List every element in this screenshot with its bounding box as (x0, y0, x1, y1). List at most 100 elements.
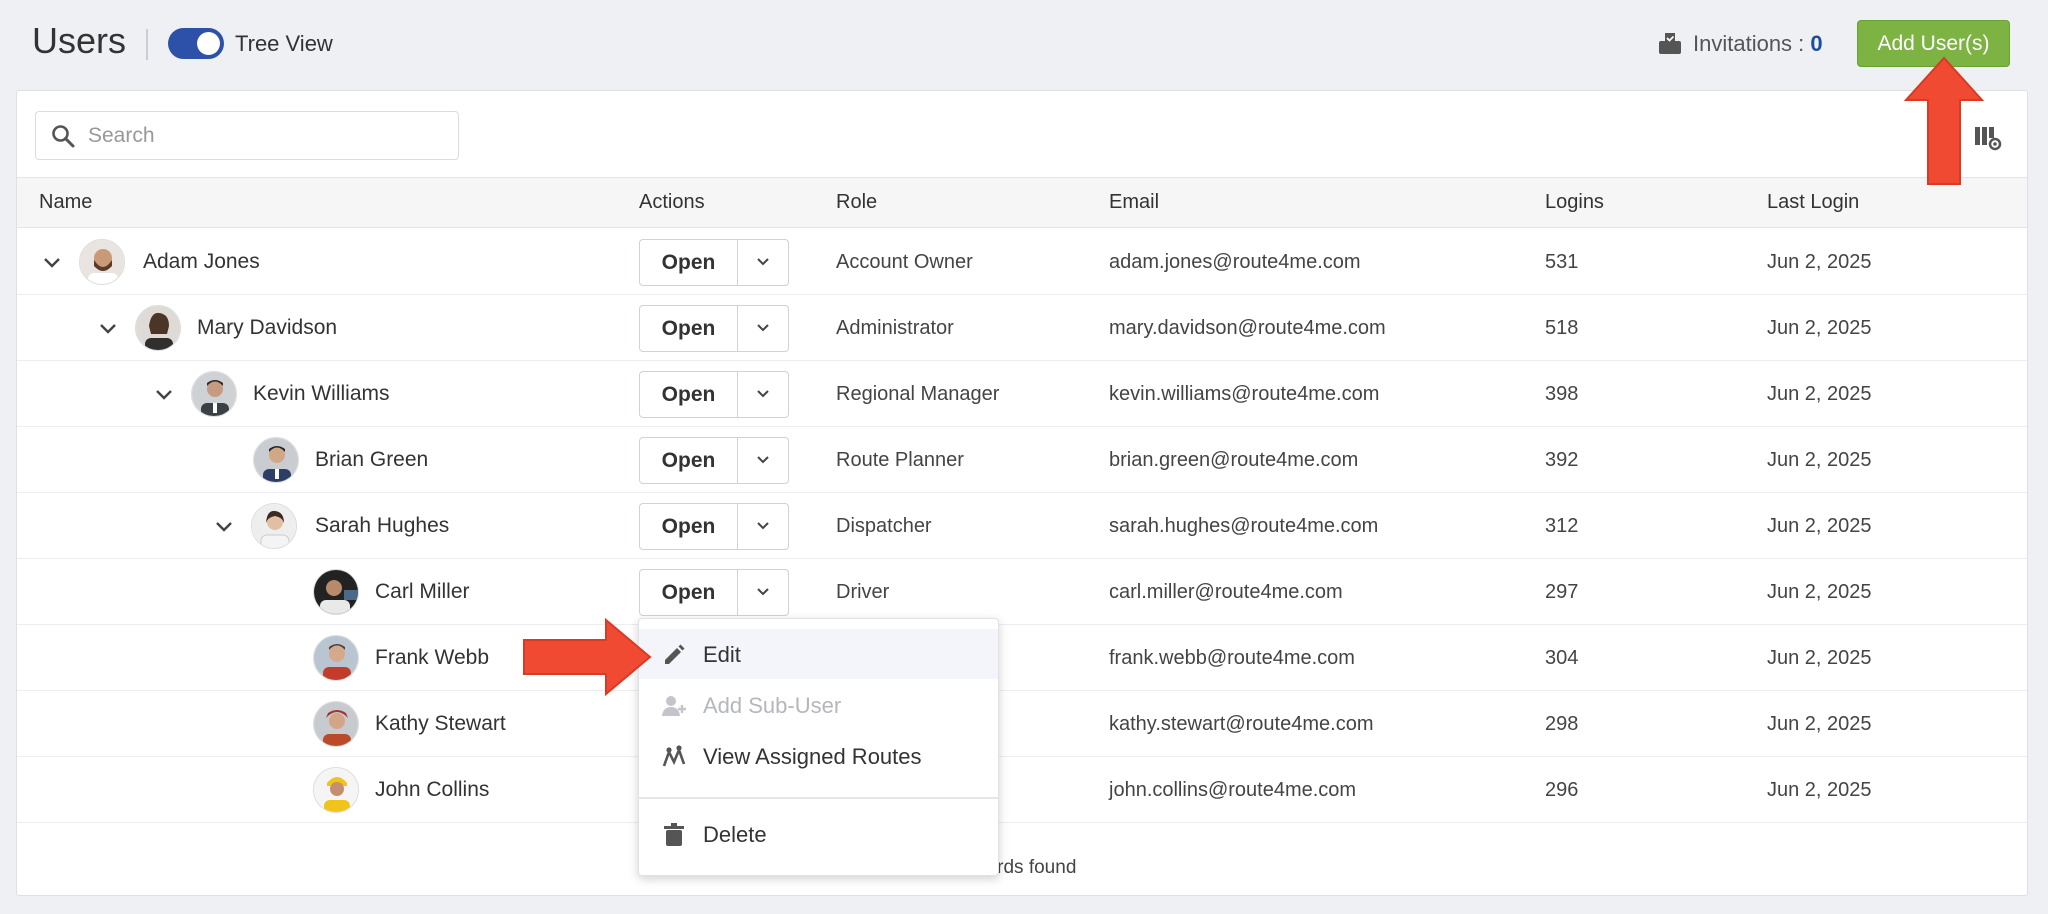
actions-dropdown-toggle[interactable] (739, 570, 788, 615)
actions-dropdown-toggle[interactable] (739, 306, 788, 351)
actions-dropdown-toggle[interactable] (739, 438, 788, 483)
add-user-icon (662, 696, 686, 716)
email-cell: brian.green@route4me.com (1109, 449, 1359, 471)
avatar (313, 569, 359, 615)
trash-icon (664, 823, 684, 846)
col-name[interactable]: Name (39, 191, 92, 214)
avatar (313, 635, 359, 681)
actions-dropdown-toggle[interactable] (739, 240, 788, 285)
table-row: Frank Webb frank.webb@route4me.com 304 J… (17, 625, 2027, 691)
chevron-down-icon (757, 456, 769, 464)
chevron-down-icon (757, 522, 769, 530)
table-row: Kathy Stewart kathy.stewart@route4me.com… (17, 691, 2027, 757)
open-button[interactable]: Open (640, 438, 738, 483)
logins-cell: 298 (1545, 713, 1579, 735)
last-login-cell: Jun 2, 2025 (1767, 647, 1872, 669)
avatar (251, 503, 297, 549)
tree-view-label: Tree View (235, 31, 333, 56)
avatar (313, 767, 359, 813)
open-button[interactable]: Open (640, 240, 738, 285)
collapse-chevron-icon[interactable] (153, 383, 175, 405)
menu-item-label: Delete (703, 822, 767, 847)
open-button-group: Open (639, 437, 789, 484)
menu-item-delete[interactable]: Delete (639, 809, 998, 859)
menu-item-add-sub-user[interactable]: Add Sub-User (639, 680, 998, 730)
table-header: Name Actions Role Email Logins Last Logi… (17, 177, 2027, 228)
logins-cell: 392 (1545, 449, 1579, 471)
collapse-chevron-icon[interactable] (41, 251, 63, 273)
page-title: Users (32, 20, 127, 61)
role-cell: Dispatcher (836, 515, 932, 537)
invitations-label[interactable]: Invitations : 0 (1693, 31, 1823, 57)
last-login-cell: Jun 2, 2025 (1767, 581, 1872, 603)
invitations-text: Invitations : (1693, 31, 1805, 56)
actions-dropdown-toggle[interactable] (739, 372, 788, 417)
open-button[interactable]: Open (640, 504, 738, 549)
menu-item-label: Add Sub-User (703, 693, 842, 718)
routes-icon (662, 745, 686, 767)
col-actions: Actions (639, 191, 705, 213)
email-cell: carl.miller@route4me.com (1109, 581, 1343, 603)
email-cell: john.collins@route4me.com (1109, 779, 1357, 801)
menu-divider (639, 797, 998, 799)
chevron-down-icon (757, 324, 769, 332)
toggle-knob (197, 32, 220, 55)
user-name[interactable]: Kathy Stewart (375, 712, 506, 736)
avatar (79, 239, 125, 285)
col-role[interactable]: Role (836, 191, 877, 214)
annotation-arrow-up-icon (1904, 56, 1984, 185)
page-header: Users Tree View Invitations : 0 Add User… (0, 0, 2048, 90)
user-name[interactable]: Brian Green (315, 448, 428, 472)
logins-cell: 312 (1545, 515, 1579, 537)
email-cell: sarah.hughes@route4me.com (1109, 515, 1379, 537)
col-email[interactable]: Email (1109, 191, 1159, 214)
user-name[interactable]: Frank Webb (375, 646, 489, 670)
title-divider (146, 29, 148, 60)
open-button-group: Open (639, 305, 789, 352)
open-button[interactable]: Open (640, 306, 738, 351)
last-login-cell: Jun 2, 2025 (1767, 515, 1872, 537)
user-name[interactable]: Kevin Williams (253, 382, 390, 406)
avatar (135, 305, 181, 351)
chevron-down-icon (757, 258, 769, 266)
email-cell: frank.webb@route4me.com (1109, 647, 1355, 669)
table-row: Kevin Williams Open Regional Manager kev… (17, 361, 2027, 427)
email-cell: kevin.williams@route4me.com (1109, 383, 1380, 405)
menu-item-edit[interactable]: Edit (639, 629, 998, 679)
tree-view-toggle[interactable] (168, 28, 224, 59)
user-name[interactable]: Sarah Hughes (315, 514, 449, 538)
chevron-down-icon (757, 588, 769, 596)
user-name[interactable]: John Collins (375, 778, 489, 802)
actions-dropdown-toggle[interactable] (739, 504, 788, 549)
last-login-cell: Jun 2, 2025 (1767, 383, 1872, 405)
logins-cell: 297 (1545, 581, 1579, 603)
collapse-chevron-icon[interactable] (213, 515, 235, 537)
user-name[interactable]: Carl Miller (375, 580, 470, 604)
logins-cell: 518 (1545, 317, 1579, 339)
col-last-login[interactable]: Last Login (1767, 191, 1859, 214)
avatar (313, 701, 359, 747)
menu-item-label: Edit (703, 642, 741, 667)
user-name[interactable]: Adam Jones (143, 250, 260, 274)
user-name[interactable]: Mary Davidson (197, 316, 337, 340)
table-row: Brian Green Open Route Planner brian.gre… (17, 427, 2027, 493)
menu-item-view-assigned-routes[interactable]: View Assigned Routes (639, 731, 998, 781)
pencil-icon (665, 644, 685, 664)
search-box[interactable] (35, 111, 459, 160)
col-logins[interactable]: Logins (1545, 191, 1604, 214)
invitations-icon[interactable] (1657, 30, 1683, 56)
table-row: John Collins john.collins@route4me.com 2… (17, 757, 2027, 823)
last-login-cell: Jun 2, 2025 (1767, 779, 1872, 801)
actions-menu: Edit Add Sub-User View Assigned Routes D… (638, 618, 999, 876)
open-button[interactable]: Open (640, 372, 738, 417)
table-row: Adam Jones Open Account Owner adam.jones… (17, 229, 2027, 295)
email-cell: adam.jones@route4me.com (1109, 251, 1361, 273)
collapse-chevron-icon[interactable] (97, 317, 119, 339)
role-cell: Route Planner (836, 449, 964, 471)
search-input[interactable] (88, 118, 448, 154)
role-cell: Account Owner (836, 251, 973, 273)
logins-cell: 531 (1545, 251, 1579, 273)
open-button[interactable]: Open (640, 570, 738, 615)
logins-cell: 304 (1545, 647, 1579, 669)
last-login-cell: Jun 2, 2025 (1767, 449, 1872, 471)
